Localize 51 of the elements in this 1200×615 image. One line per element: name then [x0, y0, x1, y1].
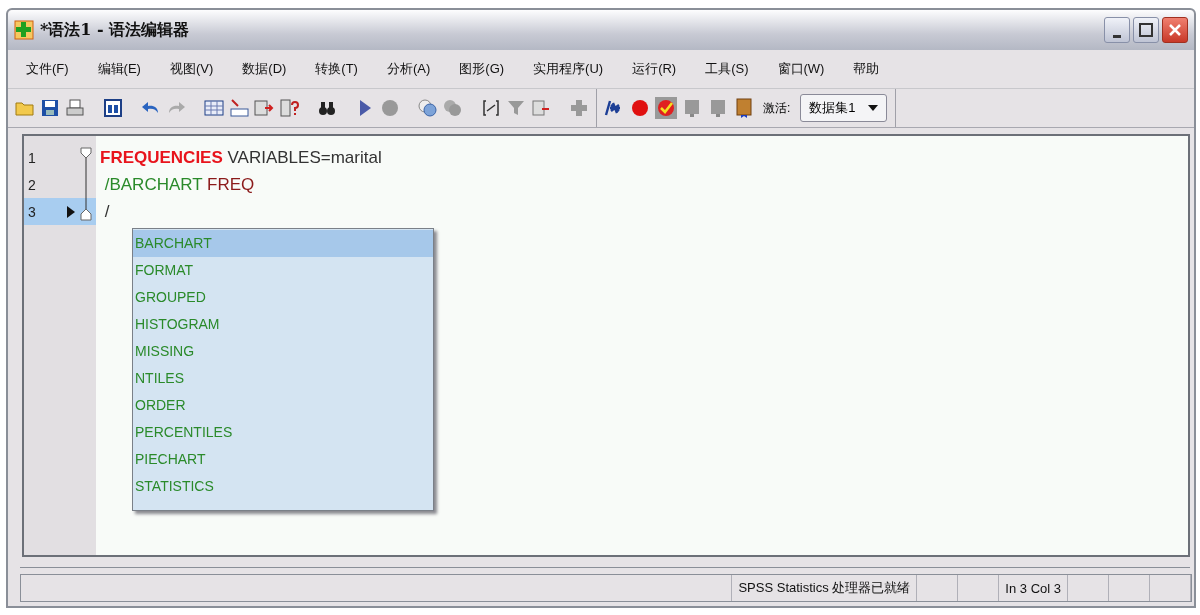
line-number: 2	[28, 176, 37, 193]
dataset-dropdown[interactable]: 数据集1	[800, 94, 887, 122]
window-icon[interactable]	[102, 97, 124, 119]
menu-item[interactable]: 视图(V)	[161, 60, 222, 78]
save-icon[interactable]	[39, 97, 61, 119]
code-line: FREQUENCIES VARIABLES=marital	[100, 147, 383, 169]
menu-item[interactable]: 分析(A)	[378, 60, 439, 78]
check-icon[interactable]	[655, 97, 677, 119]
fold-marker-icon	[78, 146, 94, 222]
code-line: /	[103, 201, 111, 223]
stop-icon[interactable]	[379, 97, 401, 119]
print-icon[interactable]	[64, 97, 86, 119]
menu-item[interactable]: 转换(T)	[307, 60, 366, 78]
menu-item[interactable]: 窗口(W)	[769, 60, 833, 78]
variable-info-icon[interactable]	[278, 97, 300, 119]
menu-item[interactable]: 运行(R)	[624, 60, 685, 78]
current-line-arrow-icon	[66, 204, 76, 219]
breakpoint-icon[interactable]	[629, 97, 651, 119]
caret-icon	[867, 104, 878, 112]
minimize-button[interactable]	[1104, 17, 1130, 43]
menu-item[interactable]: 实用程序(U)	[525, 60, 612, 78]
active-dataset-label: 激活:	[763, 99, 791, 117]
book-icon[interactable]	[733, 97, 755, 119]
syntax-editor[interactable]: 1 2 3 FREQUENCIES VARIABLES=marital /BARCHART FREQ / BARCHART FORMAT GROUPED HISTOGRAM MISSING NTILES ORDER PERCENTILES PIECHART STATISTICS	[22, 134, 1190, 557]
app-icon	[14, 20, 34, 40]
menu-item[interactable]: 编辑(E)	[89, 60, 149, 78]
circles-icon[interactable]	[417, 97, 439, 119]
go-to-case-icon[interactable]	[228, 97, 250, 119]
cursor-position: In 3 Col 3	[999, 575, 1068, 601]
code-line: /BARCHART FREQ	[103, 174, 256, 196]
minimize-icon	[1113, 34, 1121, 38]
window-title: *语法1 - 语法编辑器	[40, 19, 190, 41]
close-button[interactable]	[1162, 17, 1188, 43]
table-icon[interactable]	[203, 97, 225, 119]
line-number: 3	[28, 203, 37, 220]
insert-icon[interactable]	[253, 97, 275, 119]
bracket-icon[interactable]	[480, 97, 502, 119]
menu-item[interactable]: 数据(D)	[234, 60, 295, 78]
circles-icon[interactable]	[442, 97, 464, 119]
status-message: SPSS Statistics 处理器已就绪	[732, 575, 918, 601]
plus-icon[interactable]	[568, 97, 590, 119]
close-icon	[1168, 23, 1182, 37]
line-number: 1	[28, 149, 37, 166]
maximize-icon	[1139, 23, 1153, 37]
autocomplete-item[interactable]: MISSING	[133, 338, 433, 365]
menu-item[interactable]: 帮助	[845, 60, 888, 78]
menu-item[interactable]: 文件(F)	[18, 60, 77, 78]
menu-item[interactable]: 工具(S)	[697, 60, 757, 78]
maximize-button[interactable]	[1133, 17, 1159, 43]
menu-item[interactable]: 图形(G)	[451, 60, 513, 78]
export-icon[interactable]	[530, 97, 552, 119]
